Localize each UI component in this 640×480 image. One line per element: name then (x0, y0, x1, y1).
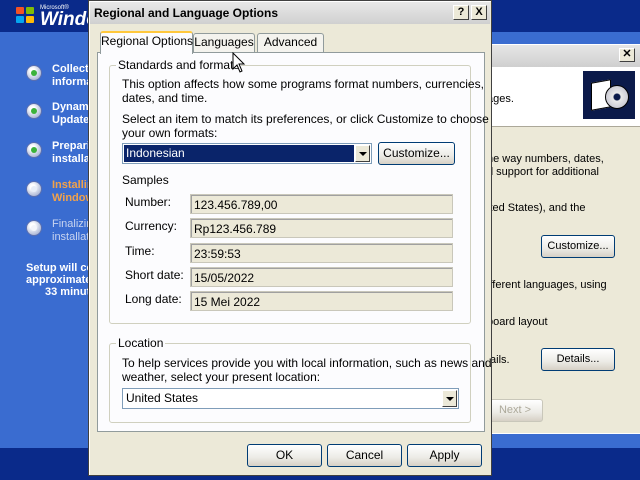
bg-customize-button[interactable]: Customize... (541, 235, 615, 258)
sample-value: Rp123.456.789 (194, 222, 277, 236)
chevron-down-icon[interactable] (355, 145, 370, 162)
close-icon[interactable]: X (471, 5, 487, 20)
customize-button[interactable]: Customize... (378, 142, 455, 165)
help-icon[interactable]: ? (453, 5, 469, 20)
sample-value: 123.456.789,00 (194, 198, 278, 212)
location-select-value: United States (126, 391, 199, 405)
sample-value: 15 Mei 2022 (194, 295, 261, 309)
sample-label: Time: (125, 244, 155, 258)
sample-label: Short date: (125, 268, 184, 282)
standards-description: This option affects how some programs fo… (122, 77, 484, 91)
standards-formats-group: Standards and formats This option affect… (109, 58, 489, 324)
sample-time-field: 23:59:53 (190, 243, 453, 263)
location-description: To help services provide you with local … (122, 356, 492, 370)
regional-settings-icon (583, 71, 635, 119)
step-done-icon (26, 142, 42, 158)
windows-flag-icon (16, 7, 36, 25)
chevron-down-icon[interactable] (442, 390, 457, 407)
sample-long-date-field: 15 Mei 2022 (190, 291, 453, 311)
apply-button[interactable]: Apply (407, 444, 482, 467)
close-icon[interactable]: ✕ (619, 48, 635, 62)
step-done-icon (26, 65, 42, 81)
bg-text-line: ifferent languages, using (487, 279, 607, 291)
sample-label: Number: (125, 195, 172, 209)
format-select[interactable]: Indonesian (122, 143, 372, 164)
background-setup-dialog: ✕ ages. ne way numbers, dates, d support… (486, 44, 640, 434)
sample-label: Currency: (125, 219, 178, 233)
ok-button[interactable]: OK (247, 444, 322, 467)
step-active-icon (26, 181, 42, 197)
standards-description: dates, and time. (122, 91, 208, 105)
group-title: Standards and formats (116, 58, 242, 72)
sample-value: 15/05/2022 (194, 271, 255, 285)
sample-number-field: 123.456.789,00 (190, 194, 453, 214)
cancel-button[interactable]: Cancel (327, 444, 402, 467)
bg-details-button[interactable]: Details... (541, 348, 615, 371)
location-description: weather, select your present location: (122, 370, 321, 384)
step-pending-icon (26, 220, 42, 236)
select-instruction: Select an item to match its preferences,… (122, 112, 489, 126)
sample-value: 23:59:53 (194, 247, 241, 261)
bg-text-line: d support for additional (487, 166, 599, 178)
dialog-titlebar[interactable]: Regional and Language Options ? X (90, 2, 490, 24)
bg-text-line: ne way numbers, dates, (487, 153, 604, 165)
dialog-title: Regional and Language Options (94, 6, 279, 20)
mouse-cursor-icon (232, 52, 246, 73)
location-group: Location To help services provide you wi… (109, 336, 492, 423)
background-dialog-titlebar: ✕ (487, 45, 640, 67)
samples-title: Samples (122, 173, 169, 187)
group-title: Location (116, 336, 166, 350)
bg-text-line: board layout (487, 316, 548, 328)
select-instruction: your own formats: (122, 126, 218, 140)
location-select[interactable]: United States (122, 388, 459, 409)
bg-next-button[interactable]: Next > (487, 399, 543, 422)
tab-languages[interactable]: Languages (193, 33, 255, 53)
step-label: Update (52, 114, 90, 126)
tab-regional-options[interactable]: Regional Options (100, 31, 193, 54)
tab-advanced[interactable]: Advanced (257, 33, 324, 53)
sample-label: Long date: (125, 292, 182, 306)
background-dialog-header: ages. (487, 67, 640, 127)
sample-short-date-field: 15/05/2022 (190, 267, 453, 287)
sample-currency-field: Rp123.456.789 (190, 218, 453, 238)
bg-text-line: ited States), and the (487, 202, 586, 214)
regional-language-dialog: Regional and Language Options ? X Region… (88, 0, 492, 476)
regional-options-panel: Standards and formats This option affect… (97, 52, 492, 432)
step-done-icon (26, 103, 42, 119)
format-select-value: Indonesian (123, 144, 355, 163)
